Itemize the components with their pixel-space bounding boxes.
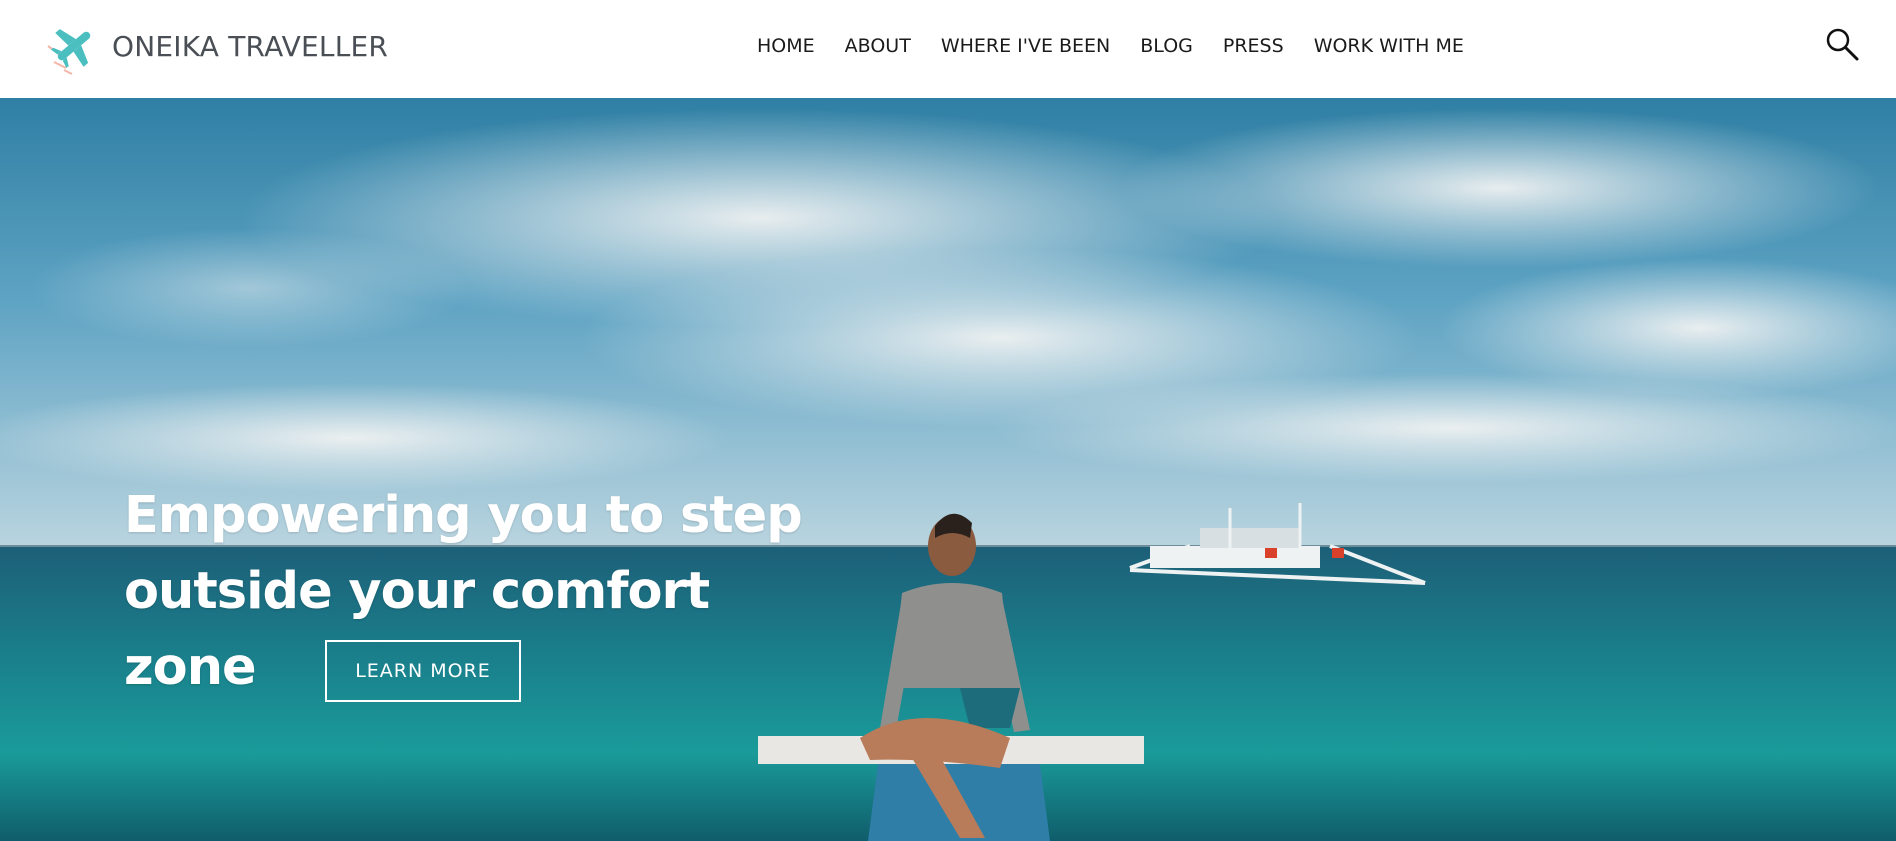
search-icon[interactable] <box>1824 26 1860 62</box>
nav-item-home[interactable]: HOME <box>757 35 815 57</box>
nav-item-about[interactable]: ABOUT <box>845 35 911 57</box>
hero-image <box>0 98 1896 841</box>
airplane-icon <box>47 29 91 75</box>
main-nav: HOME ABOUT WHERE I'VE BEEN BLOG PRESS WO… <box>757 32 1464 60</box>
hero-banner: Empowering you to step outside your comf… <box>0 98 1896 841</box>
nav-item-work-with-me[interactable]: WORK WITH ME <box>1314 35 1464 57</box>
hero-headline-line-1: Empowering you to step <box>124 486 803 545</box>
site-header: ONEIKA TRAVELLER HOME ABOUT WHERE I'VE B… <box>0 0 1896 98</box>
nav-item-blog[interactable]: BLOG <box>1140 35 1193 57</box>
nav-item-where-ive-been[interactable]: WHERE I'VE BEEN <box>941 35 1110 57</box>
nav-item-press[interactable]: PRESS <box>1223 35 1284 57</box>
site-title: ONEIKA TRAVELLER <box>112 29 389 63</box>
learn-more-button[interactable]: LEARN MORE <box>325 640 521 702</box>
site-logo[interactable]: ONEIKA TRAVELLER <box>44 16 388 76</box>
